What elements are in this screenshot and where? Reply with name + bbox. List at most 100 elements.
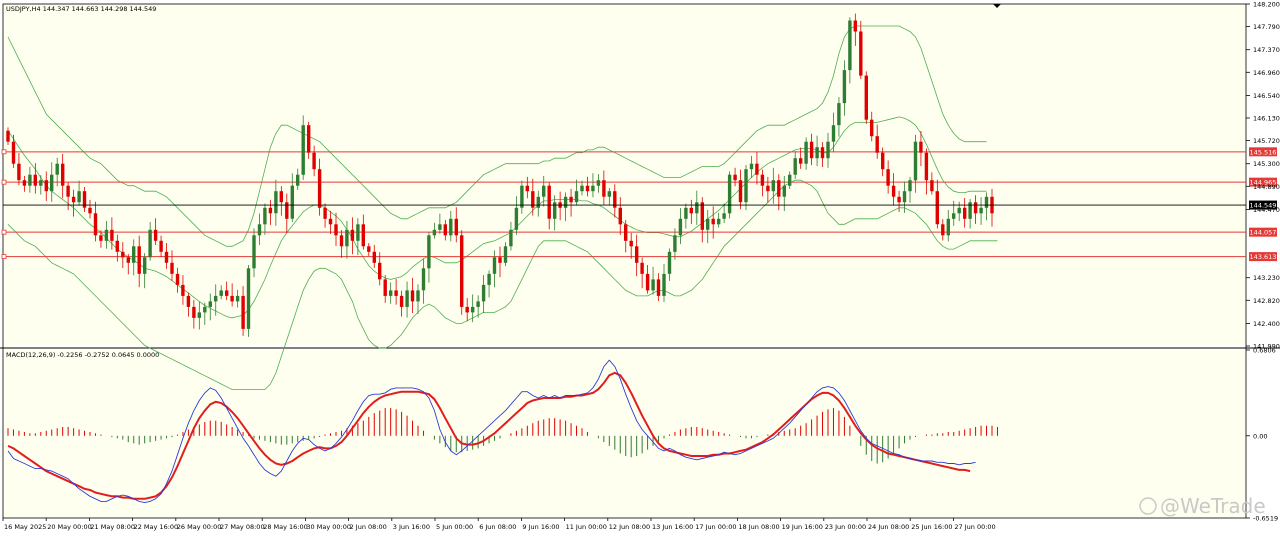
candle-body (788, 174, 792, 186)
candle-body (782, 185, 786, 197)
x-tick-label: 6 Jun 08:00 (479, 523, 516, 531)
candle-body (323, 207, 327, 219)
candle-body (727, 174, 732, 214)
candle-body (274, 191, 278, 214)
candle-body (640, 262, 644, 274)
x-tick-label: 11 Jun 00:00 (566, 523, 607, 531)
candle-body (881, 152, 885, 170)
candle-body (514, 207, 519, 230)
candle-body (678, 218, 683, 236)
candle-body (547, 185, 551, 219)
candle-body (312, 152, 316, 170)
x-tick-label: 27 Jun 00:00 (954, 523, 995, 531)
candle-body (897, 196, 901, 203)
candle-body (875, 136, 879, 153)
candle-body (186, 295, 191, 307)
candle-body (252, 235, 256, 269)
candle-body (673, 235, 677, 252)
candle-body (290, 185, 294, 219)
candle-body (536, 196, 540, 208)
candle-body (744, 169, 748, 203)
candle-body (979, 207, 983, 214)
candle-body (952, 213, 956, 219)
x-tick-label: 16 May 2025 (4, 523, 46, 531)
candle-body (317, 169, 322, 208)
x-tick-label: 2 Jun 08:00 (350, 523, 387, 531)
candle-body (427, 235, 431, 269)
candle-body (585, 185, 590, 192)
candle-body (279, 191, 283, 203)
level-handle (1, 229, 7, 235)
candle-body (684, 207, 688, 219)
y-tick-label: 147.790 (1253, 23, 1280, 31)
candle-body (356, 224, 360, 241)
candle-body (345, 229, 349, 247)
candle-body (241, 295, 245, 329)
candle-body (930, 180, 934, 192)
level-handle (1, 149, 7, 155)
candle-body (39, 180, 43, 186)
candle-body (602, 180, 606, 197)
candle-body (870, 119, 874, 137)
candle-body (569, 196, 573, 203)
candle-body (667, 251, 672, 274)
candle-body (230, 295, 234, 302)
candle-body (465, 306, 469, 313)
candle-body (17, 163, 21, 181)
candle-body (454, 218, 458, 236)
y-tick-label: 146.540 (1253, 92, 1280, 100)
candle-body (143, 257, 147, 274)
candle-body (66, 185, 70, 197)
candle-body (831, 125, 836, 142)
candle-body (662, 273, 666, 296)
candle-body (804, 141, 808, 164)
candle-body (99, 235, 103, 241)
candle-body (635, 246, 639, 263)
y-tick-label: 147.370 (1253, 46, 1280, 54)
candle-body (71, 196, 76, 203)
price-chart[interactable]: 145.516144.965144.057143.613144.549148.2… (0, 0, 1280, 536)
watermark-text: @WeTrade (1160, 494, 1266, 518)
candle-body (755, 163, 759, 175)
candle-body (935, 191, 939, 225)
candle-body (946, 218, 950, 236)
candle-body (410, 290, 415, 302)
candle-body (121, 251, 125, 258)
y-tick-label: 145.720 (1253, 137, 1280, 145)
candle-body (132, 246, 136, 263)
level-price-label: 144.057 (1250, 229, 1277, 237)
x-tick-label: 17 Jun 00:00 (695, 523, 736, 531)
candle-body (328, 218, 333, 225)
candle-body (886, 169, 890, 186)
candle-body (126, 257, 130, 263)
candle-body (214, 295, 218, 302)
candle-body (520, 185, 524, 208)
x-tick-label: 24 Jun 08:00 (868, 523, 909, 531)
candle-body (891, 185, 896, 197)
candle-body (695, 202, 699, 214)
level-price-label: 145.516 (1250, 148, 1277, 156)
x-tick-label: 23 Jun 00:00 (825, 523, 866, 531)
candle-body (984, 196, 989, 208)
candle-body (689, 207, 693, 214)
candle-body (738, 180, 743, 203)
candle-body (394, 290, 398, 296)
x-tick-label: 13 Jun 16:00 (652, 523, 693, 531)
candle-body (399, 295, 404, 307)
candle-body (749, 163, 754, 170)
level-handle (1, 254, 7, 260)
candle-body (525, 185, 529, 192)
candle-body (55, 163, 59, 175)
x-tick-label: 22 May 16:00 (134, 523, 179, 531)
x-tick-label: 26 May 00:00 (177, 523, 222, 531)
candle-body (908, 180, 912, 192)
x-tick-label: 21 May 08:00 (90, 523, 135, 531)
candle-body (618, 207, 622, 225)
candle-body (181, 284, 185, 296)
candle-body (848, 20, 852, 71)
x-tick-label: 30 May 00:00 (306, 523, 351, 531)
x-tick-label: 9 Jun 16:00 (522, 523, 559, 531)
candle-body (733, 174, 737, 181)
candle-body (257, 224, 262, 236)
candle-body (164, 251, 169, 263)
